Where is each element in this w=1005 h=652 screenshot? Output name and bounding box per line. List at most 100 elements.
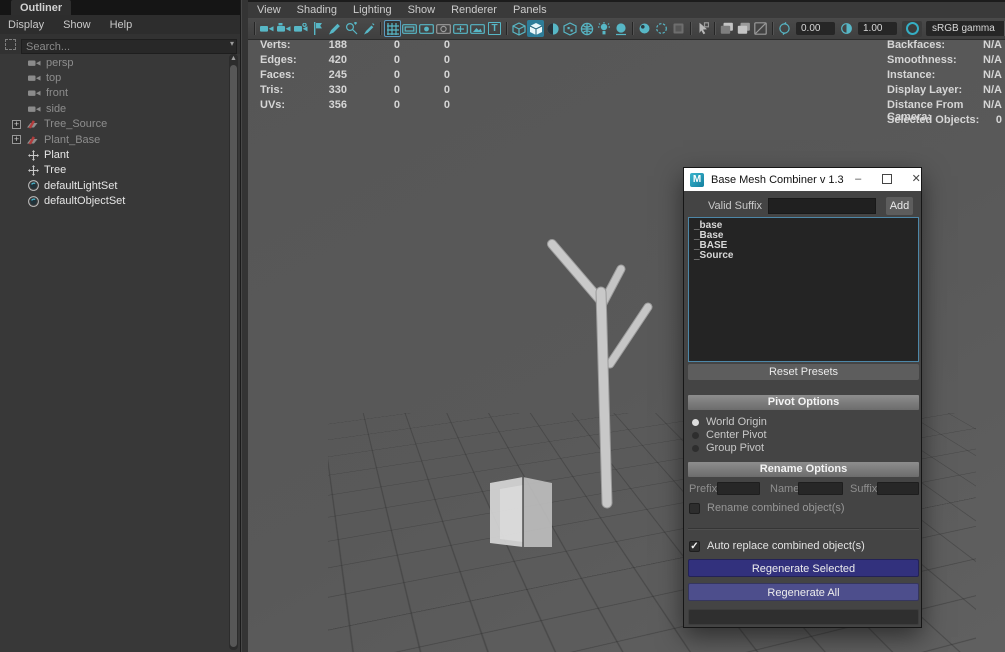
hud-row-faces: Faces: 245 0 0 (260, 69, 450, 81)
hud-row-verts: Verts: 188 0 0 (260, 39, 450, 51)
outliner-item-tree-source[interactable]: + Tree_Source (0, 117, 227, 132)
radio-label: Group Pivot (706, 442, 765, 454)
outliner-item-top[interactable]: top (0, 70, 227, 85)
radio-world-origin[interactable]: World Origin (689, 416, 767, 428)
maximize-button[interactable] (873, 168, 902, 191)
outliner-item-label: Tree (44, 164, 67, 177)
outliner-menubar: Display Show Help (0, 15, 240, 34)
search-field-wrap: ▾ (21, 37, 237, 54)
suffix-item[interactable]: _Source (694, 251, 913, 261)
scroll-up-icon[interactable]: ▲ (229, 54, 238, 64)
auto-replace-checkbox-row[interactable]: ✓ Auto replace combined object(s) (689, 540, 865, 552)
radio-group-pivot[interactable]: Group Pivot (689, 442, 764, 454)
regenerate-selected-button[interactable]: Regenerate Selected (688, 559, 919, 577)
outliner-item-label: top (46, 72, 62, 85)
base-mesh-combiner-window: M Base Mesh Combiner v 1.3 – ✕ Valid Suf… (683, 167, 922, 628)
radio-label: World Origin (706, 416, 767, 428)
dialog-title: Base Mesh Combiner v 1.3 (711, 173, 844, 186)
hud-row-distance-from-camera: Distance From Camera: N/A (887, 99, 1002, 123)
outliner-search-row: ▾ (0, 34, 240, 54)
checkbox-unchecked[interactable] (689, 502, 700, 514)
minimize-button[interactable]: – (844, 168, 873, 191)
outliner-item-label: defaultLightSet (44, 179, 118, 192)
expand-icon[interactable]: + (12, 119, 21, 129)
polymesh-icon (26, 135, 39, 145)
outliner-item-persp[interactable]: persp (0, 55, 227, 70)
transform-icon (28, 164, 39, 176)
dialog-body: Valid Suffix Add _base _Base _BASE _Sour… (684, 191, 921, 627)
outliner-scrollbar[interactable]: ▲ (229, 54, 238, 650)
name-label: Name (770, 483, 800, 495)
tab-outliner[interactable]: Outliner (11, 0, 72, 15)
outliner-item-label: front (46, 87, 69, 100)
valid-suffix-label: Valid Suffix (707, 200, 762, 212)
valid-suffix-row: Valid Suffix Add (684, 197, 921, 215)
hud-row-uvs: UVs: 356 0 0 (260, 99, 450, 111)
polymesh-icon (26, 119, 39, 129)
radio-dot[interactable] (692, 418, 699, 426)
maya-window: Outliner Display Show Help ▾ persp top (0, 0, 1005, 652)
outliner-item-default-object-set[interactable]: defaultObjectSet (0, 194, 227, 209)
prefix-label: Prefix (689, 483, 718, 495)
radio-dot[interactable] (692, 431, 699, 439)
hud-row-display-layer: Display Layer: N/A (887, 84, 1002, 96)
radio-center-pivot[interactable]: Center Pivot (689, 429, 767, 441)
radio-label: Center Pivot (706, 429, 767, 441)
menu-display[interactable]: Display (8, 19, 44, 31)
camera-icon (28, 104, 41, 114)
rename-combined-checkbox-row[interactable]: Rename combined object(s) (689, 502, 845, 514)
hud-row-instance: Instance: N/A (887, 69, 1002, 81)
outliner-item-label: side (46, 102, 67, 115)
hud-row-selected-objects: Selected Objects: 0 (887, 114, 1002, 126)
outliner-panel: Outliner Display Show Help ▾ persp top (0, 0, 240, 652)
outliner-tabstrip: Outliner (0, 0, 240, 15)
name-input[interactable] (798, 482, 843, 495)
scrollbar-thumb[interactable] (230, 65, 237, 647)
suffix-preset-list[interactable]: _base _Base _BASE _Source (688, 217, 919, 362)
search-input[interactable] (21, 39, 237, 54)
checkbox-label: Rename combined object(s) (707, 502, 845, 514)
dialog-titlebar[interactable]: M Base Mesh Combiner v 1.3 – ✕ (684, 168, 921, 191)
add-button[interactable]: Add (886, 197, 913, 215)
outliner-item-plant[interactable]: Plant (0, 147, 227, 162)
tree-mesh[interactable] (547, 239, 653, 509)
outliner-item-label: persp (46, 56, 74, 69)
object-set-icon (28, 195, 39, 207)
suffix-label: Suffix (850, 483, 878, 495)
valid-suffix-input[interactable] (768, 198, 876, 214)
camera-icon (28, 73, 41, 83)
outliner-item-label: Plant_Base (44, 133, 101, 146)
maya-logo-icon: M (690, 172, 704, 187)
prefix-input[interactable] (717, 482, 760, 495)
outliner-item-list: persp top front side + Tree_Source + Pla… (0, 55, 227, 209)
menu-show[interactable]: Show (63, 19, 91, 31)
checkbox-label: Auto replace combined object(s) (707, 540, 865, 552)
object-set-icon (28, 180, 39, 192)
plant-plane-right[interactable] (523, 477, 552, 547)
expand-icon[interactable]: + (12, 135, 21, 145)
maximize-icon (882, 174, 893, 185)
close-button[interactable]: ✕ (902, 168, 931, 191)
camera-icon (28, 58, 41, 68)
progress-bar (688, 609, 919, 625)
outliner-item-label: defaultObjectSet (44, 195, 126, 208)
checkbox-checked[interactable]: ✓ (689, 540, 700, 552)
outliner-item-tree[interactable]: Tree (0, 163, 227, 178)
outliner-item-plant-base[interactable]: + Plant_Base (0, 132, 227, 147)
outliner-item-default-light-set[interactable]: defaultLightSet (0, 178, 227, 193)
divider (688, 528, 919, 529)
hud-row-tris: Tris: 330 0 0 (260, 84, 450, 96)
menu-help[interactable]: Help (110, 19, 133, 31)
outliner-item-front[interactable]: front (0, 86, 227, 101)
hud-row-edges: Edges: 420 0 0 (260, 54, 450, 66)
outliner-item-side[interactable]: side (0, 101, 227, 116)
marquee-select-icon[interactable] (5, 38, 16, 50)
transform-icon (28, 149, 39, 161)
radio-dot[interactable] (692, 444, 699, 452)
reset-presets-button[interactable]: Reset Presets (688, 364, 919, 380)
suffix-item[interactable]: _base (694, 221, 913, 231)
hud-row-smoothness: Smoothness: N/A (887, 54, 1002, 66)
regenerate-all-button[interactable]: Regenerate All (688, 583, 919, 601)
camera-icon (28, 88, 41, 98)
suffix-input[interactable] (877, 482, 919, 495)
